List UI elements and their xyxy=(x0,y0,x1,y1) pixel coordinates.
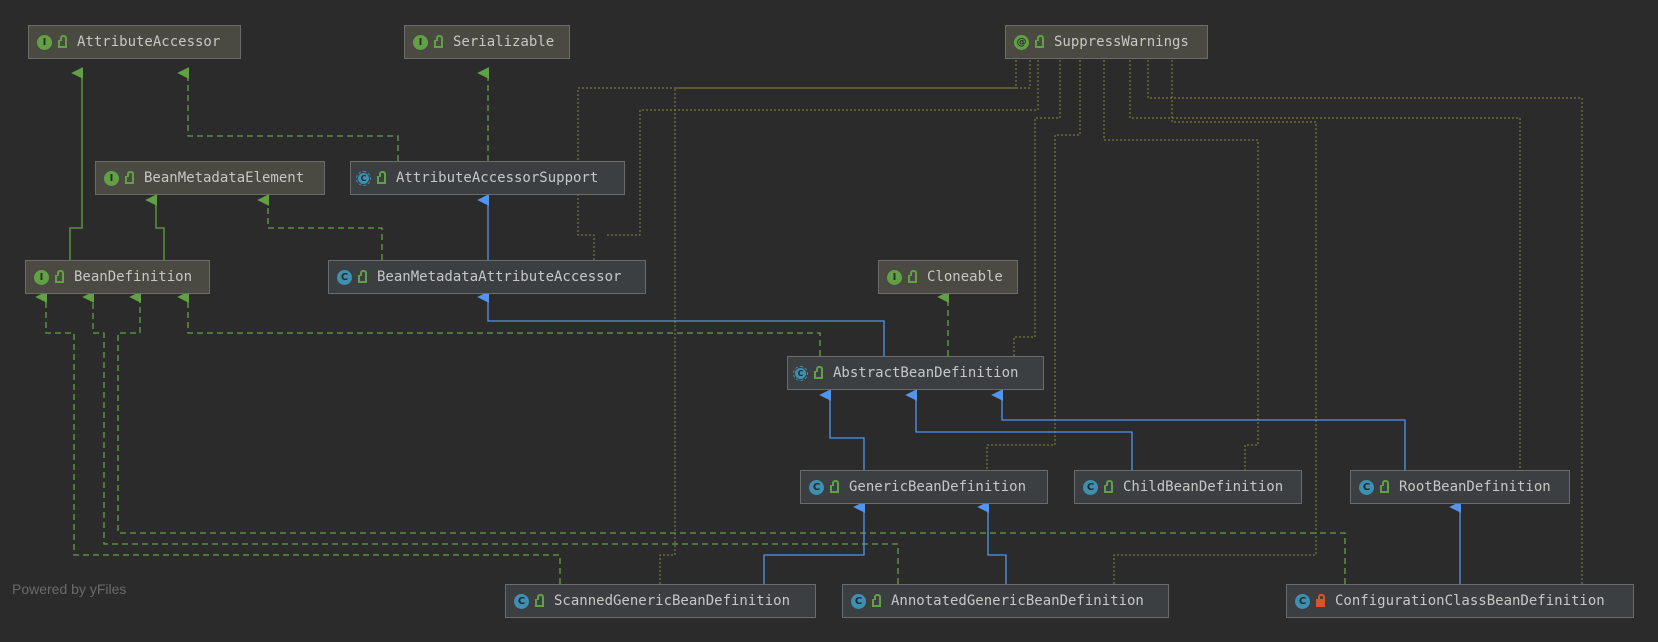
class-icon: C xyxy=(1083,479,1098,495)
implements-links xyxy=(35,67,1346,584)
node-label: Serializable xyxy=(453,34,555,50)
public-lock-icon xyxy=(535,594,544,607)
public-lock-icon xyxy=(1380,480,1389,493)
node-label: Cloneable xyxy=(927,269,1003,285)
node-bean-metadata-attribute-accessor[interactable]: C BeanMetadataAttributeAccessor xyxy=(328,260,646,294)
interface-icon: I xyxy=(413,34,428,50)
node-label: ConfigurationClassBeanDefinition xyxy=(1335,593,1605,609)
node-root-bean-definition[interactable]: C RootBeanDefinition xyxy=(1350,470,1570,504)
node-label: AttributeAccessorSupport xyxy=(396,170,599,186)
interface-icon: I xyxy=(104,170,119,186)
abstract-class-icon: C xyxy=(793,365,808,381)
interface-icon: I xyxy=(887,269,902,285)
annotation-links xyxy=(577,60,1583,584)
node-attribute-accessor-support[interactable]: C AttributeAccessorSupport xyxy=(350,161,625,195)
abstract-class-icon: C xyxy=(356,170,371,186)
public-lock-icon xyxy=(125,171,134,184)
public-lock-icon xyxy=(814,366,823,379)
class-icon: C xyxy=(337,269,352,285)
node-label: AbstractBeanDefinition xyxy=(833,365,1019,381)
public-lock-icon xyxy=(55,270,64,283)
node-label: BeanDefinition xyxy=(74,269,193,285)
class-extends-links xyxy=(477,194,1462,584)
public-lock-icon xyxy=(908,270,917,283)
node-bean-metadata-element[interactable]: I BeanMetadataElement xyxy=(95,161,325,195)
node-child-bean-definition[interactable]: C ChildBeanDefinition xyxy=(1074,470,1302,504)
public-lock-icon xyxy=(1035,35,1044,48)
node-label: SuppressWarnings xyxy=(1054,34,1189,50)
node-label: BeanMetadataElement xyxy=(144,170,305,186)
node-label: ChildBeanDefinition xyxy=(1123,479,1284,495)
class-icon: C xyxy=(809,479,824,495)
node-attribute-accessor[interactable]: I AttributeAccessor xyxy=(28,25,241,59)
class-icon: C xyxy=(851,593,866,609)
interface-icon: I xyxy=(34,269,49,285)
public-lock-icon xyxy=(377,171,386,184)
node-label: ScannedGenericBeanDefinition xyxy=(554,593,791,609)
public-lock-icon xyxy=(1104,480,1113,493)
node-bean-definition[interactable]: I BeanDefinition xyxy=(25,260,210,294)
class-icon: C xyxy=(1359,479,1374,495)
inheritance-edges xyxy=(35,60,1583,584)
node-serializable[interactable]: I Serializable xyxy=(404,25,570,59)
node-label: BeanMetadataAttributeAccessor xyxy=(377,269,622,285)
public-lock-icon xyxy=(872,594,881,607)
public-lock-icon xyxy=(358,270,367,283)
class-icon: C xyxy=(514,593,529,609)
node-configuration-class-bean-definition[interactable]: C ConfigurationClassBeanDefinition xyxy=(1286,584,1634,618)
node-cloneable[interactable]: I Cloneable xyxy=(878,260,1018,294)
node-suppress-warnings[interactable]: @ SuppressWarnings xyxy=(1005,25,1208,59)
public-lock-icon xyxy=(58,35,67,48)
node-label: AnnotatedGenericBeanDefinition xyxy=(891,593,1144,609)
node-label: GenericBeanDefinition xyxy=(849,479,1027,495)
node-label: RootBeanDefinition xyxy=(1399,479,1551,495)
yfiles-watermark: Powered by yFiles xyxy=(12,581,127,597)
node-abstract-bean-definition[interactable]: C AbstractBeanDefinition xyxy=(787,356,1044,390)
node-label: AttributeAccessor xyxy=(77,34,221,50)
interface-icon: I xyxy=(37,34,52,50)
node-scanned-generic-bean-definition[interactable]: C ScannedGenericBeanDefinition xyxy=(505,584,816,618)
private-lock-icon xyxy=(1316,594,1325,607)
class-icon: C xyxy=(1295,593,1310,609)
public-lock-icon xyxy=(830,480,839,493)
annotation-icon: @ xyxy=(1014,34,1029,50)
public-lock-icon xyxy=(434,35,443,48)
node-generic-bean-definition[interactable]: C GenericBeanDefinition xyxy=(800,470,1048,504)
node-annotated-generic-bean-definition[interactable]: C AnnotatedGenericBeanDefinition xyxy=(842,584,1169,618)
